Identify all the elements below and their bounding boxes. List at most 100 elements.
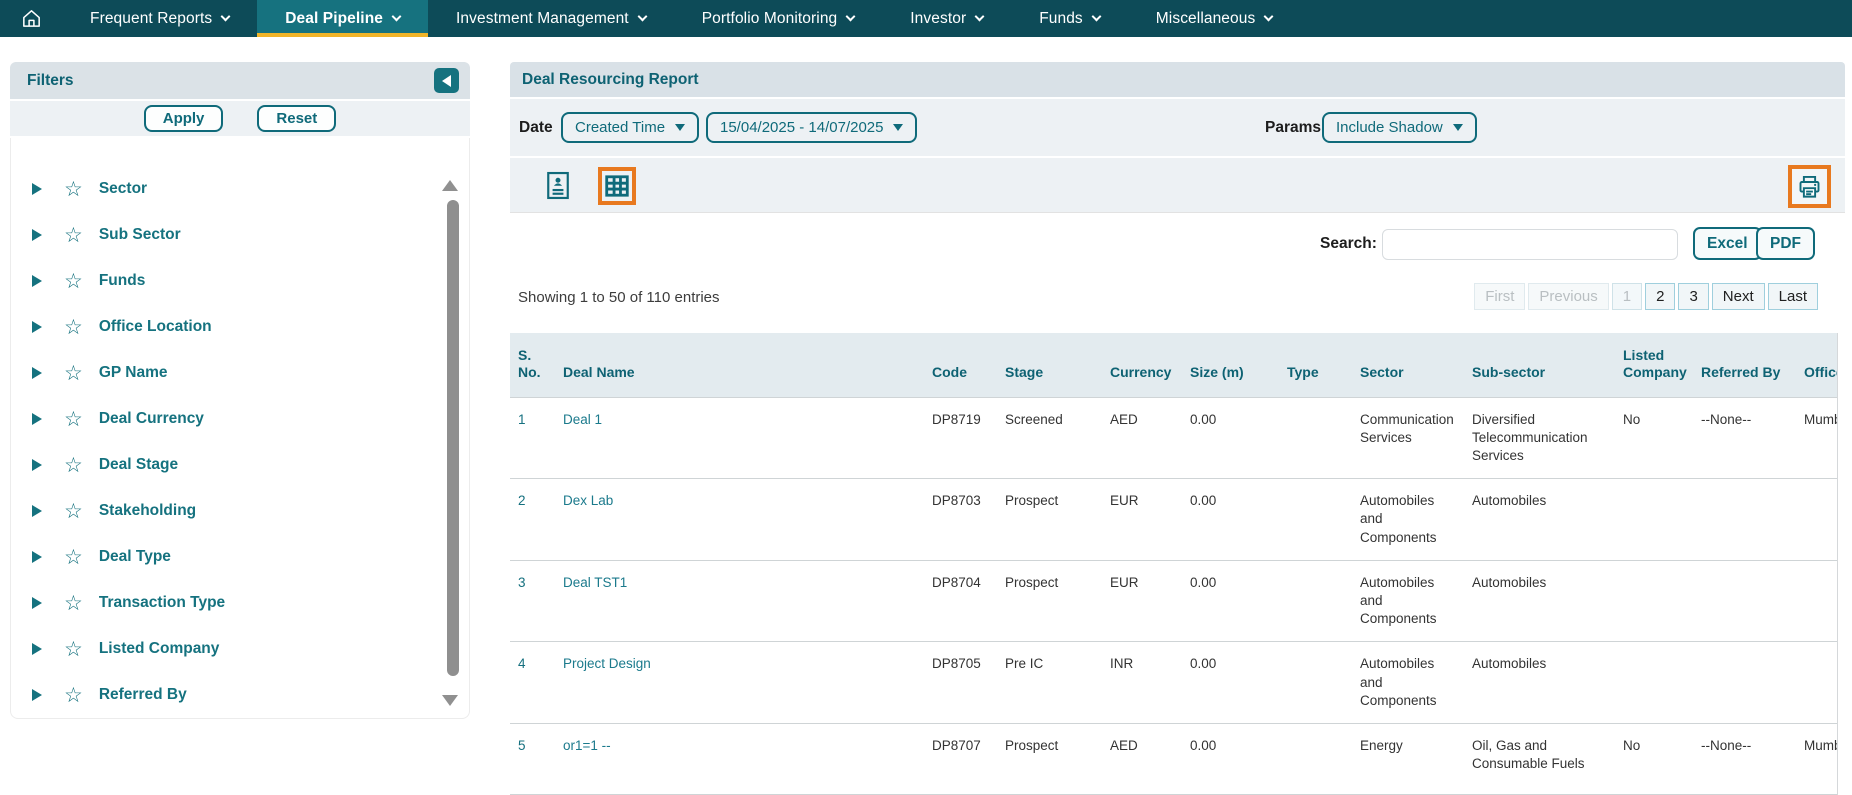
column-header-size: Size (m) bbox=[1182, 333, 1279, 397]
params-dropdown[interactable]: Include Shadow bbox=[1322, 112, 1477, 143]
print-button-highlighted[interactable] bbox=[1788, 165, 1831, 208]
filter-item-funds[interactable]: ☆ Funds bbox=[11, 258, 469, 304]
date-type-dropdown[interactable]: Created Time bbox=[561, 112, 699, 143]
filter-item-transaction-type[interactable]: ☆ Transaction Type bbox=[11, 580, 469, 626]
home-button[interactable] bbox=[0, 0, 62, 37]
nav-item-frequent-reports[interactable]: Frequent Reports bbox=[62, 0, 257, 37]
filter-item-label: Sector bbox=[99, 180, 147, 198]
pagination-page-1[interactable]: 1 bbox=[1612, 283, 1642, 310]
pagination-first[interactable]: First bbox=[1474, 283, 1525, 310]
caret-down-icon bbox=[893, 124, 903, 131]
filter-item-office-location[interactable]: ☆ Office Location bbox=[11, 304, 469, 350]
cell-referred-by bbox=[1693, 560, 1796, 642]
star-icon[interactable]: ☆ bbox=[64, 593, 83, 614]
filter-item-sub-sector[interactable]: ☆ Sub Sector bbox=[11, 212, 469, 258]
star-icon[interactable]: ☆ bbox=[64, 409, 83, 430]
deal-name-link[interactable]: Deal 1 bbox=[563, 412, 602, 427]
filter-item-stakeholding[interactable]: ☆ Stakeholding bbox=[11, 488, 469, 534]
cell-sector: Communication Services bbox=[1352, 397, 1464, 479]
filter-item-referred-by[interactable]: ☆ Referred By bbox=[11, 672, 469, 718]
filters-list: ☆ Sector ☆ Sub Sector ☆ Funds ☆ Office L… bbox=[10, 138, 470, 719]
filter-item-deal-type[interactable]: ☆ Deal Type bbox=[11, 534, 469, 580]
cell-sno: 3 bbox=[510, 560, 555, 642]
cell-code: DP8703 bbox=[924, 479, 997, 561]
scroll-down-icon[interactable] bbox=[442, 695, 458, 706]
filter-item-listed-company[interactable]: ☆ Listed Company bbox=[11, 626, 469, 672]
cell-sno: 4 bbox=[510, 642, 555, 724]
filter-item-deal-stage[interactable]: ☆ Deal Stage bbox=[11, 442, 469, 488]
scroll-up-icon[interactable] bbox=[442, 180, 458, 191]
nav-item-funds[interactable]: Funds bbox=[1011, 0, 1128, 37]
filters-actions: Apply Reset bbox=[10, 101, 470, 136]
date-params-toolbar: Date Created Time 15/04/2025 - 14/07/202… bbox=[510, 99, 1845, 156]
cell-listed-company bbox=[1615, 642, 1693, 724]
search-input[interactable] bbox=[1382, 229, 1678, 260]
nav-item-label: Frequent Reports bbox=[90, 10, 212, 28]
date-range-dropdown[interactable]: 15/04/2025 - 14/07/2025 bbox=[706, 112, 917, 143]
nav-item-investment-management[interactable]: Investment Management bbox=[428, 0, 674, 37]
star-icon[interactable]: ☆ bbox=[64, 317, 83, 338]
filter-item-label: Deal Stage bbox=[99, 456, 178, 474]
filter-item-sector[interactable]: ☆ Sector bbox=[11, 166, 469, 212]
filter-item-label: GP Name bbox=[99, 364, 168, 382]
filter-item-label: Sub Sector bbox=[99, 226, 181, 244]
pagination-page-3[interactable]: 3 bbox=[1678, 283, 1708, 310]
table-view-button-highlighted[interactable] bbox=[598, 167, 636, 205]
cell-sub-sector: Oil, Gas and Consumable Fuels bbox=[1464, 724, 1615, 795]
pagination-page-2[interactable]: 2 bbox=[1645, 283, 1675, 310]
cell-sub-sector: Automobiles bbox=[1464, 642, 1615, 724]
table-row: 4 Project Design DP8705 Pre IC INR 0.00 … bbox=[510, 642, 1838, 724]
star-icon[interactable]: ☆ bbox=[64, 639, 83, 660]
nav-item-investor[interactable]: Investor bbox=[882, 0, 1011, 37]
star-icon[interactable]: ☆ bbox=[64, 455, 83, 476]
deal-name-link[interactable]: Dex Lab bbox=[563, 493, 613, 508]
filter-item-label: Listed Company bbox=[99, 640, 220, 658]
filter-item-label: Funds bbox=[99, 272, 146, 290]
export-pdf-button[interactable]: PDF bbox=[1756, 227, 1815, 260]
cell-type bbox=[1279, 642, 1352, 724]
collapse-filters-button[interactable] bbox=[434, 68, 459, 93]
cell-type bbox=[1279, 560, 1352, 642]
nav-item-portfolio-monitoring[interactable]: Portfolio Monitoring bbox=[674, 0, 883, 37]
deal-name-link[interactable]: Project Design bbox=[563, 656, 651, 671]
printer-icon bbox=[1796, 173, 1823, 200]
report-header: Deal Resourcing Report bbox=[510, 62, 1845, 97]
star-icon[interactable]: ☆ bbox=[64, 179, 83, 200]
star-icon[interactable]: ☆ bbox=[64, 271, 83, 292]
reset-button[interactable]: Reset bbox=[257, 105, 336, 132]
cell-size: 0.00 bbox=[1182, 560, 1279, 642]
export-excel-button[interactable]: Excel bbox=[1693, 227, 1762, 260]
table-row: 3 Deal TST1 DP8704 Prospect EUR 0.00 Aut… bbox=[510, 560, 1838, 642]
table-row: 1 Deal 1 DP8719 Screened AED 0.00 Commun… bbox=[510, 397, 1838, 479]
cell-code: DP8705 bbox=[924, 642, 997, 724]
star-icon[interactable]: ☆ bbox=[64, 685, 83, 706]
params-label: Params bbox=[1265, 119, 1321, 137]
pagination-last[interactable]: Last bbox=[1768, 283, 1818, 310]
column-header-office-location: Office Location bbox=[1796, 333, 1838, 397]
filter-item-gp-name[interactable]: ☆ GP Name bbox=[11, 350, 469, 396]
pagination-previous[interactable]: Previous bbox=[1528, 283, 1608, 310]
nav-item-label: Portfolio Monitoring bbox=[702, 10, 838, 28]
apply-button[interactable]: Apply bbox=[144, 105, 224, 132]
star-icon[interactable]: ☆ bbox=[64, 547, 83, 568]
filters-title: Filters bbox=[27, 72, 434, 90]
nav-item-label: Miscellaneous bbox=[1156, 10, 1256, 28]
nav-item-label: Investor bbox=[910, 10, 966, 28]
table-header-row: S. No. Deal Name Code Stage Currency Siz… bbox=[510, 333, 1838, 397]
nav-item-deal-pipeline[interactable]: Deal Pipeline bbox=[257, 0, 428, 37]
pagination-next[interactable]: Next bbox=[1712, 283, 1765, 310]
star-icon[interactable]: ☆ bbox=[64, 225, 83, 246]
column-header-sub-sector: Sub-sector bbox=[1464, 333, 1615, 397]
cell-sno: 2 bbox=[510, 479, 555, 561]
deal-name-link[interactable]: Deal TST1 bbox=[563, 575, 627, 590]
cell-office-location bbox=[1796, 560, 1838, 642]
filter-item-label: Referred By bbox=[99, 686, 187, 704]
filters-header: Filters bbox=[10, 62, 470, 99]
star-icon[interactable]: ☆ bbox=[64, 501, 83, 522]
star-icon[interactable]: ☆ bbox=[64, 363, 83, 384]
nav-item-miscellaneous[interactable]: Miscellaneous bbox=[1128, 0, 1301, 37]
report-view-button[interactable] bbox=[545, 171, 571, 200]
filter-item-deal-currency[interactable]: ☆ Deal Currency bbox=[11, 396, 469, 442]
scrollbar-thumb[interactable] bbox=[447, 200, 459, 676]
deal-name-link[interactable]: or1=1 -- bbox=[563, 738, 611, 753]
